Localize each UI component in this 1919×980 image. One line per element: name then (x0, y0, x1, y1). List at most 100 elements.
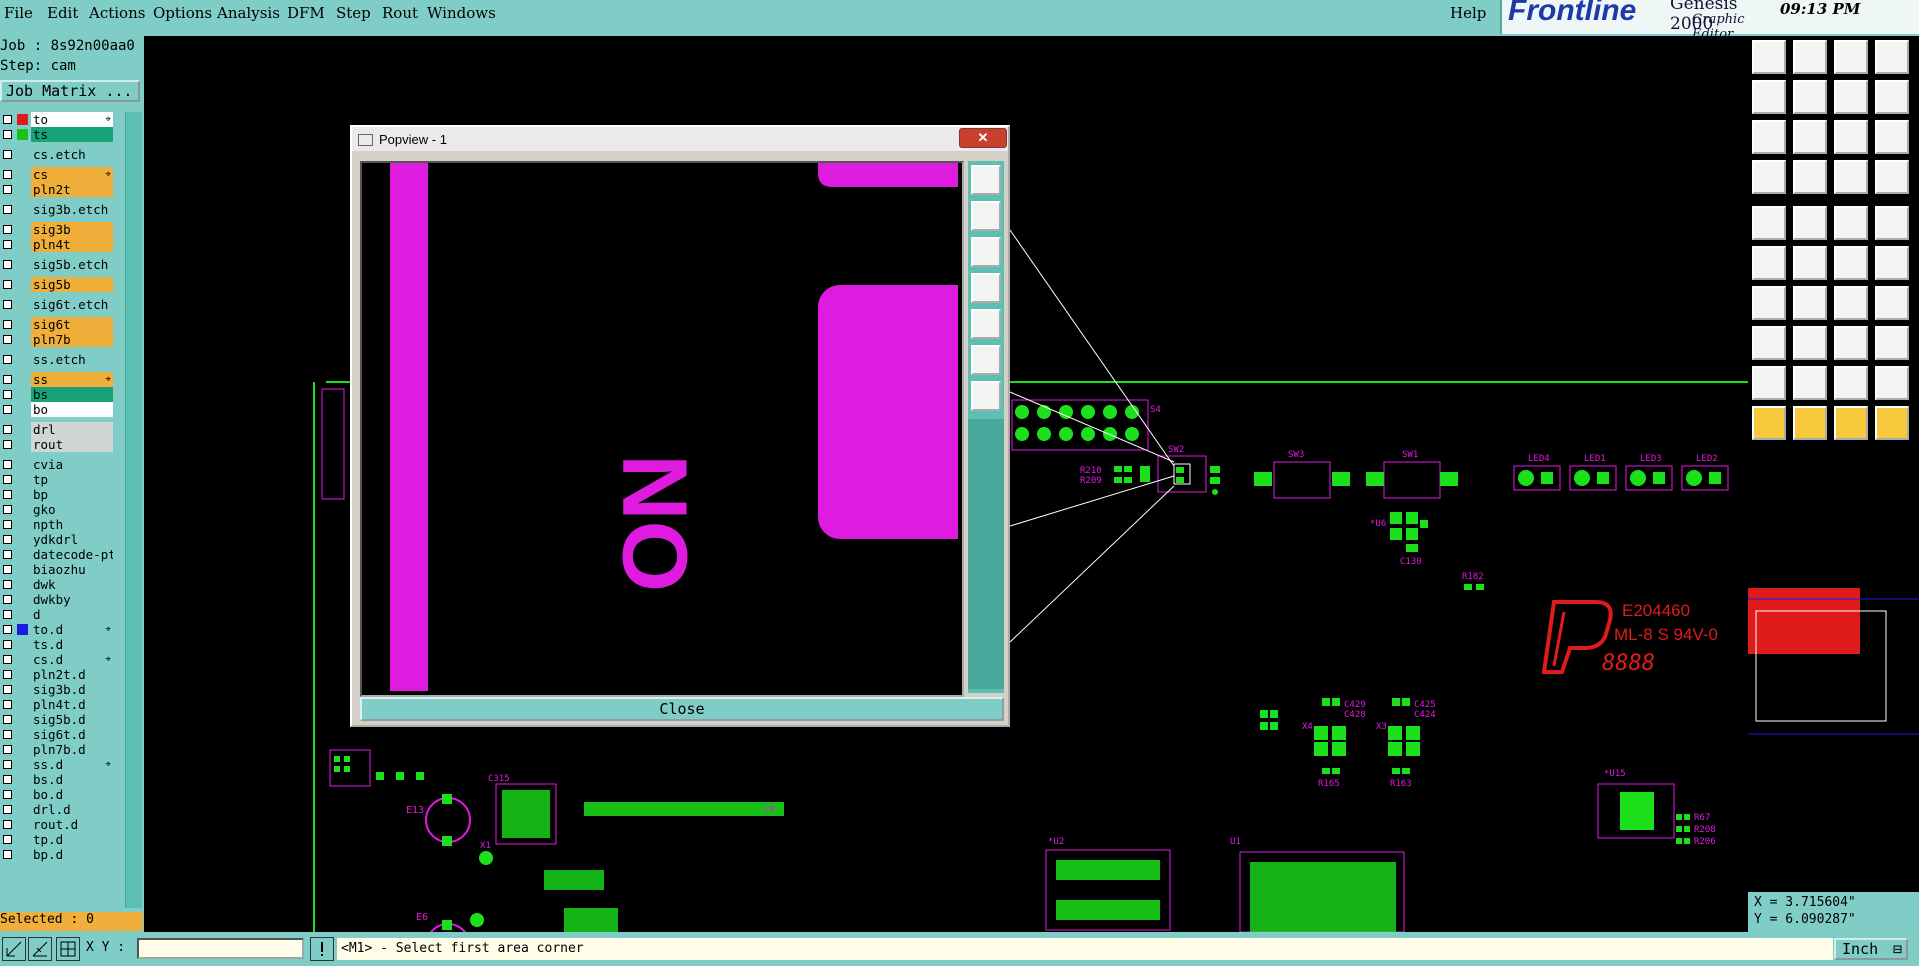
cross-icon[interactable] (1793, 246, 1827, 280)
layer-name[interactable]: rout.d (31, 817, 113, 832)
popview-left-icon[interactable] (971, 273, 1001, 303)
layer-row-bs-d[interactable]: bs.d (0, 772, 118, 787)
layer-checkbox[interactable] (3, 805, 12, 814)
layer-checkbox[interactable] (3, 715, 12, 724)
letter-a-alt-icon[interactable] (1834, 366, 1868, 400)
layer-name[interactable]: to.d ⌖ (31, 622, 113, 637)
layer-row-ss-etch[interactable]: ss.etch (0, 352, 118, 367)
popview-up-icon[interactable] (971, 201, 1001, 231)
layer-name[interactable]: datecode-pth (31, 547, 113, 562)
layer-checkbox[interactable] (3, 260, 12, 269)
layer-checkbox[interactable] (3, 655, 12, 664)
popview-zoom-icon[interactable] (971, 165, 1001, 195)
layer-row-d[interactable]: d (0, 607, 118, 622)
popview-right-icon[interactable] (971, 309, 1001, 339)
layer-checkbox[interactable] (3, 425, 12, 434)
layer-name[interactable]: d (31, 607, 113, 622)
layer-name[interactable]: drl (31, 422, 113, 437)
save-icon[interactable] (1793, 40, 1827, 74)
layer-checkbox[interactable] (3, 320, 12, 329)
layer-checkbox[interactable] (3, 240, 12, 249)
layer-checkbox[interactable] (3, 490, 12, 499)
layer-row-cs-etch[interactable]: cs.etch (0, 147, 118, 162)
layer-checkbox[interactable] (3, 440, 12, 449)
layer-row-cs[interactable]: cs ⌖ (0, 167, 118, 182)
layer-name[interactable]: sig6t (31, 317, 113, 332)
layer-name[interactable]: sig6t.d (31, 727, 113, 742)
import-icon[interactable] (1752, 80, 1786, 114)
grid-mode-icon[interactable] (56, 937, 80, 961)
close-icon[interactable]: ✕ (959, 128, 1007, 148)
pointer-icon[interactable] (1752, 406, 1786, 440)
close-button[interactable]: Close (360, 697, 1004, 721)
layer-name[interactable]: pln4t.d (31, 697, 113, 712)
measure-icon[interactable] (1793, 206, 1827, 240)
letter-a-blue-icon[interactable] (1875, 366, 1909, 400)
layer-name[interactable]: bs (31, 387, 113, 402)
layer-name[interactable]: biaozhu (31, 562, 113, 577)
window-icon[interactable] (1875, 40, 1909, 74)
layer-row-bp[interactable]: bp (0, 487, 118, 502)
layer-checkbox[interactable] (3, 685, 12, 694)
menu-step[interactable]: Step (336, 4, 371, 22)
layer-name[interactable]: ss.d ⌖ (31, 757, 113, 772)
layer-row-ts-d[interactable]: ts.d (0, 637, 118, 652)
copy-icon[interactable] (1834, 80, 1868, 114)
layer-checkbox[interactable] (3, 595, 12, 604)
layer-checkbox[interactable] (3, 700, 12, 709)
layer-row-dwkby[interactable]: dwkby (0, 592, 118, 607)
layer-name[interactable]: sig6t.etch (31, 297, 113, 312)
net-analyzer-icon[interactable] (1875, 160, 1909, 194)
layer-row-pln4t[interactable]: pln4t (0, 237, 118, 252)
unit-selector[interactable]: Inch ⊟ (1834, 938, 1908, 960)
layer-name[interactable]: tp (31, 472, 113, 487)
layer-checkbox[interactable] (3, 565, 12, 574)
layer-checkbox[interactable] (3, 225, 12, 234)
popview-center-icon[interactable] (971, 381, 1001, 411)
exclamation-icon[interactable] (310, 937, 334, 961)
layer-row-bo-d[interactable]: bo.d (0, 787, 118, 802)
layer-checkbox[interactable] (3, 375, 12, 384)
layer-name[interactable]: bp.d (31, 847, 113, 862)
layer-checkbox[interactable] (3, 170, 12, 179)
menu-help[interactable]: Help (1450, 4, 1486, 22)
layer-row-pln7b-d[interactable]: pln7b.d (0, 742, 118, 757)
layer-name[interactable]: pln7b (31, 332, 113, 347)
layer-row-to[interactable]: to ⌖ (0, 112, 118, 127)
circle-icon[interactable] (1875, 206, 1909, 240)
layer-row-tp[interactable]: tp (0, 472, 118, 487)
layer-checkbox[interactable] (3, 475, 12, 484)
layer-name[interactable]: ss.etch (31, 352, 113, 367)
letter-a-icon[interactable] (1793, 366, 1827, 400)
popview-fit-icon[interactable] (971, 345, 1001, 375)
layer-name[interactable]: sig3b.d (31, 682, 113, 697)
layer-name[interactable]: cvia (31, 457, 113, 472)
layer-checkbox[interactable] (3, 115, 12, 124)
popview-titlebar[interactable]: Popview - 1 ✕ (352, 127, 1008, 151)
menu-file[interactable]: File (4, 4, 33, 22)
layer-checkbox[interactable] (3, 460, 12, 469)
layer-row-ss-d[interactable]: ss.d ⌖ (0, 757, 118, 772)
layer-name[interactable]: pln2t.d (31, 667, 113, 682)
menu-dfm[interactable]: DFM (287, 4, 325, 22)
layer-row-pln7b[interactable]: pln7b (0, 332, 118, 347)
layer-row-drl[interactable]: drl (0, 422, 118, 437)
layer-name[interactable]: npth (31, 517, 113, 532)
center-icon[interactable] (1793, 120, 1827, 154)
layer-row-ss[interactable]: ss ⌖ (0, 372, 118, 387)
layer-row-ts[interactable]: ts (0, 127, 118, 142)
layer-row-datecode-pth[interactable]: datecode-pth (0, 547, 118, 562)
ruler-icon[interactable] (1834, 206, 1868, 240)
help-icon[interactable] (1875, 80, 1909, 114)
layer-row-npth[interactable]: npth (0, 517, 118, 532)
layer-checkbox[interactable] (3, 760, 12, 769)
layer-name[interactable]: bp (31, 487, 113, 502)
layer-checkbox[interactable] (3, 280, 12, 289)
add-arc-icon[interactable] (1875, 246, 1909, 280)
layer-list-scrollbar[interactable] (125, 112, 142, 908)
layer-name[interactable]: sig5b (31, 277, 113, 292)
layer-row-sig3b-d[interactable]: sig3b.d (0, 682, 118, 697)
layer-row-cvia[interactable]: cvia (0, 457, 118, 472)
add-line-icon[interactable] (1834, 246, 1868, 280)
job-matrix-button[interactable]: Job Matrix ... (0, 80, 140, 102)
